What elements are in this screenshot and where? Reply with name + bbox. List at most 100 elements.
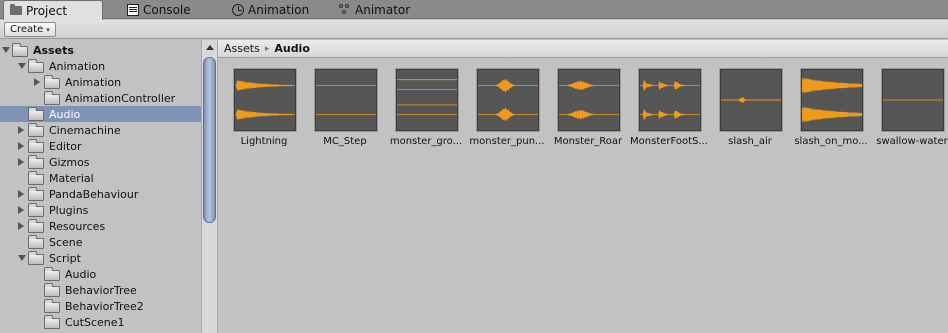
tab-bar: Project Console Animation Animator — [0, 0, 948, 20]
tree-item[interactable]: AnimationController — [0, 90, 202, 106]
collapsed-arrow-icon[interactable] — [18, 206, 24, 214]
tree-item-label: Editor — [49, 139, 82, 153]
folder-icon — [28, 203, 44, 217]
folder-icon — [44, 315, 60, 329]
asset-label: MC_Step — [323, 136, 367, 147]
tree-scrollbar[interactable] — [201, 40, 218, 333]
tab-animator[interactable]: Animator — [339, 0, 410, 19]
audio-asset[interactable]: monster_pun... — [469, 69, 545, 149]
tree-item-label: BehaviorTree2 — [65, 299, 144, 313]
tab-label: Console — [143, 2, 191, 17]
tree-item[interactable]: Scene — [0, 234, 202, 250]
expanded-arrow-icon[interactable] — [18, 63, 26, 69]
folder-icon — [28, 187, 44, 201]
tree-item-label: Audio — [49, 107, 81, 121]
waveform-icon — [558, 69, 620, 131]
audio-asset[interactable]: slash_on_mo... — [794, 69, 868, 149]
tab-label: Animator — [355, 2, 411, 17]
asset-label: slash_air — [728, 136, 772, 147]
breadcrumb-separator-icon: ▸ — [264, 43, 270, 54]
audio-asset[interactable]: MC_Step — [309, 69, 381, 149]
folder-icon — [44, 91, 60, 105]
folder-icon — [28, 123, 44, 137]
audio-asset[interactable]: Monster_Roar — [552, 69, 624, 149]
tree-item[interactable]: PandaBehaviour — [0, 186, 202, 202]
audio-asset[interactable]: MonsterFootS... — [630, 69, 708, 149]
chevron-down-icon: ▾ — [46, 25, 50, 34]
animator-icon — [339, 3, 351, 16]
tree-item-label: BehaviorTree — [65, 283, 137, 297]
tree-item[interactable]: Material — [0, 170, 202, 186]
tree-item-label: Material — [49, 171, 94, 185]
collapsed-arrow-icon[interactable] — [18, 158, 24, 166]
folder-icon — [28, 155, 44, 169]
tree-item[interactable]: Animation — [0, 58, 202, 74]
tree-item[interactable]: CutScene1 — [0, 314, 202, 330]
collapsed-arrow-icon[interactable] — [18, 126, 24, 134]
folder-icon — [10, 3, 22, 17]
collapsed-arrow-icon[interactable] — [18, 142, 24, 150]
create-button[interactable]: Create ▾ — [4, 22, 56, 37]
folder-icon — [28, 59, 44, 73]
folder-icon — [44, 283, 60, 297]
asset-label: slash_on_mo... — [794, 136, 868, 147]
tree-item-label: Resources — [49, 219, 106, 233]
project-toolbar: Create ▾ — [0, 20, 948, 39]
tab-label: Animation — [248, 2, 310, 17]
expanded-arrow-icon[interactable] — [2, 47, 10, 53]
breadcrumb-current[interactable]: Audio — [274, 42, 310, 55]
tree-item-label: Scene — [49, 235, 83, 249]
tab-animation[interactable]: Animation — [232, 0, 309, 19]
folder-icon — [28, 235, 44, 249]
tree-item[interactable]: Resources — [0, 218, 202, 234]
breadcrumb-root[interactable]: Assets — [224, 42, 260, 55]
folder-icon — [12, 43, 28, 57]
waveform-icon — [396, 69, 458, 131]
tree-item[interactable]: Cinemachine — [0, 122, 202, 138]
tree-item-label: Animation — [49, 59, 106, 73]
asset-label: monster_gro... — [389, 136, 463, 147]
folder-icon — [44, 299, 60, 313]
folder-icon — [44, 267, 60, 281]
folder-tree: Assets Animation Animation AnimationControl… — [0, 40, 202, 333]
collapsed-arrow-icon[interactable] — [18, 190, 24, 198]
scroll-up-icon[interactable] — [206, 45, 214, 50]
tree-item[interactable]: BehaviorTree — [0, 282, 202, 298]
tree-item-label: CutScene1 — [65, 315, 125, 329]
asset-label: Lightning — [240, 136, 288, 147]
collapsed-arrow-icon[interactable] — [18, 222, 24, 230]
waveform-icon — [315, 69, 377, 131]
waveform-icon — [801, 69, 863, 131]
tree-item[interactable]: BehaviorTree2 — [0, 298, 202, 314]
collapsed-arrow-icon[interactable] — [34, 78, 40, 86]
tab-project[interactable]: Project — [3, 0, 103, 20]
tree-item[interactable]: Editor — [0, 138, 202, 154]
audio-asset[interactable]: Lightning — [228, 69, 300, 149]
asset-label: Monster_Roar — [553, 136, 623, 147]
tree-item[interactable]: Assets — [0, 42, 202, 58]
tree-item-label: PandaBehaviour — [49, 187, 139, 201]
scrollbar-thumb[interactable] — [203, 57, 216, 223]
audio-asset[interactable]: swallow-water — [876, 69, 948, 149]
audio-asset[interactable]: slash_air — [714, 69, 786, 149]
console-icon — [127, 3, 139, 16]
tab-label: Project — [26, 3, 68, 18]
folder-icon — [28, 171, 44, 185]
asset-grid: Lightning MC_Step monster_gro... monster_pu… — [218, 58, 948, 333]
breadcrumb: Assets ▸ Audio — [218, 40, 948, 58]
tab-console[interactable]: Console — [127, 0, 191, 19]
tree-item[interactable]: Gizmos — [0, 154, 202, 170]
waveform-icon — [234, 69, 296, 131]
tree-item[interactable]: Audio — [0, 106, 202, 122]
tree-item[interactable]: Script — [0, 250, 202, 266]
tree-item-label: Animation — [65, 75, 122, 89]
tree-item[interactable]: Plugins — [0, 202, 202, 218]
expanded-arrow-icon[interactable] — [18, 255, 26, 261]
audio-asset[interactable]: monster_gro... — [390, 69, 462, 149]
asset-label: MonsterFootS... — [630, 136, 708, 147]
tree-item[interactable]: Audio — [0, 266, 202, 282]
tree-item-label: Cinemachine — [49, 123, 121, 137]
folder-icon — [28, 251, 44, 265]
waveform-icon — [477, 69, 539, 131]
tree-item[interactable]: Animation — [0, 74, 202, 90]
